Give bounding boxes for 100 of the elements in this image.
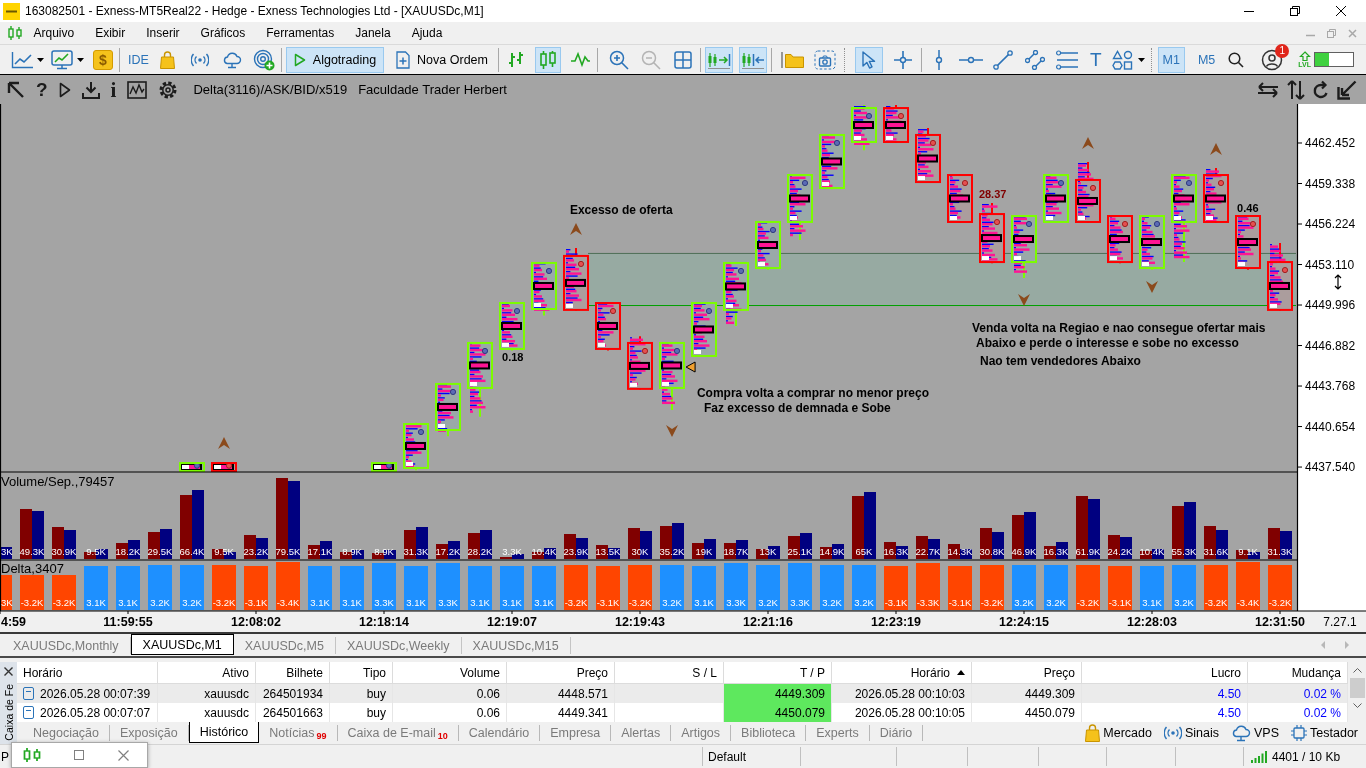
toolbox-tab[interactable]: Experts <box>806 725 870 741</box>
column-header[interactable]: Preço <box>576 665 608 680</box>
menu-item[interactable]: Exibir <box>84 22 136 44</box>
chart-tab[interactable]: XAUUSDc,Weekly <box>335 637 462 654</box>
close-icon[interactable] <box>4 667 13 676</box>
shopping-bag-icon[interactable] <box>1085 724 1101 742</box>
deposit-button[interactable]: $ <box>93 49 113 70</box>
column-header[interactable]: Horário <box>23 665 63 680</box>
chart-tab[interactable]: XAUUSDc,M15 <box>461 637 571 654</box>
arrow-up-left-icon[interactable] <box>7 80 25 99</box>
info-button[interactable]: i <box>110 79 117 100</box>
column-header[interactable]: S / L <box>692 665 717 680</box>
chart-tab[interactable]: XAUUSDc,M5 <box>233 637 336 654</box>
monitor-chart-icon[interactable] <box>51 49 73 70</box>
signal-waves-icon[interactable] <box>1164 726 1182 740</box>
settings-icon[interactable] <box>158 79 179 100</box>
close-icon[interactable] <box>1336 6 1346 16</box>
vertical-arrows-icon[interactable] <box>1287 78 1305 101</box>
play-icon[interactable] <box>58 81 71 98</box>
trend-line-icon[interactable] <box>992 49 1013 70</box>
cloud-icon[interactable] <box>1231 724 1252 742</box>
toolbox-tab[interactable]: Alertas <box>611 725 672 741</box>
volume-column: 35.2K <box>659 523 685 559</box>
column-header[interactable]: Mudança <box>1291 665 1341 680</box>
column-header[interactable]: Lucro <box>1210 665 1241 680</box>
column-header[interactable]: Volume <box>459 665 500 680</box>
auto-scroll-button[interactable] <box>704 46 733 73</box>
fibonacci-lines-icon[interactable] <box>1055 49 1078 70</box>
market-button[interactable]: Mercado <box>1085 724 1152 742</box>
restore-icon[interactable] <box>1290 6 1300 16</box>
signals-button[interactable]: Sinais <box>1164 726 1220 740</box>
bar-value-label: -3.2K <box>20 597 44 608</box>
toolbox-tab[interactable]: Diário <box>869 725 924 741</box>
bar-value-label: 3.2K <box>822 597 842 608</box>
shapes-icon[interactable] <box>1111 49 1134 70</box>
bar-value-label: 3.1K <box>86 597 106 608</box>
shopping-bag-icon[interactable] <box>160 50 176 69</box>
column-header[interactable]: Ativo <box>222 665 249 680</box>
candlestick-icon[interactable] <box>7 25 23 41</box>
minimized-window[interactable] <box>11 742 148 768</box>
help-button[interactable]: ? <box>36 79 48 100</box>
candles-arrow-icon <box>706 50 731 69</box>
vps-button[interactable]: VPS <box>1231 724 1280 742</box>
arrow-down-left-icon[interactable] <box>1337 79 1357 100</box>
toolbox-tab[interactable]: Histórico <box>188 722 260 743</box>
download-icon[interactable] <box>81 80 100 99</box>
chart-type-button[interactable] <box>534 46 561 73</box>
signal-waves-icon[interactable] <box>190 52 209 67</box>
toolbox-tab[interactable]: Empresa <box>540 725 612 741</box>
line-chart-icon[interactable] <box>11 50 33 69</box>
text-tool-button[interactable]: T <box>1089 48 1102 71</box>
cloud-icon[interactable] <box>221 50 242 69</box>
menu-item[interactable]: Inserir <box>135 22 191 44</box>
timeframe-button[interactable]: M5 <box>1192 46 1221 73</box>
menu-item[interactable]: Ajuda <box>401 22 453 44</box>
toolbox-tab[interactable]: Negociação <box>23 725 110 741</box>
chart-frame-icon[interactable] <box>127 80 148 99</box>
column-header[interactable]: Bilhete <box>286 665 323 680</box>
scroll-up-icon[interactable] <box>1352 668 1362 673</box>
chart-tab[interactable]: XAUUSDc,Monthly <box>2 637 131 654</box>
column-header[interactable]: Preço <box>1043 665 1075 680</box>
parallel-lines-icon[interactable] <box>1024 49 1045 70</box>
account-icon[interactable] <box>1261 48 1284 71</box>
tile-windows-icon[interactable] <box>673 50 692 69</box>
search-icon[interactable] <box>1228 51 1245 68</box>
chip-icon[interactable] <box>1291 725 1308 741</box>
column-header[interactable]: Tipo <box>363 665 386 680</box>
cursor-button[interactable] <box>854 46 883 73</box>
screenshot-icon[interactable] <box>813 49 836 70</box>
zoom-in-icon[interactable] <box>608 49 629 70</box>
menu-item[interactable]: Janela <box>344 22 402 44</box>
rotate-icon[interactable] <box>1312 79 1330 100</box>
chart-tab[interactable]: XAUUSDc,M1 <box>130 634 234 655</box>
scrollbar-thumb[interactable] <box>1349 678 1365 698</box>
new-order-button[interactable]: Nova Ordem <box>390 46 494 73</box>
toolbox-tab[interactable]: Artigos <box>671 725 732 741</box>
bar-value-label: 3.3K <box>790 597 810 608</box>
menu-item[interactable]: Ferramentas <box>255 22 345 44</box>
caret-icon <box>77 57 84 62</box>
scroll-down-icon[interactable] <box>1352 703 1362 708</box>
menu-item[interactable]: Gráficos <box>190 22 256 44</box>
horizontal-line-icon[interactable] <box>958 54 983 65</box>
chart-shift-button[interactable] <box>738 46 767 73</box>
column-header[interactable]: Horário <box>910 665 950 680</box>
timeframe-button[interactable]: M1 <box>1157 46 1185 73</box>
ide-button[interactable]: IDE <box>128 52 149 67</box>
menu-item[interactable]: Arquivo <box>23 22 85 44</box>
algotrading-button[interactable]: Algotrading <box>285 46 385 73</box>
candlestick-icon[interactable] <box>22 747 42 763</box>
folder-icon[interactable] <box>780 50 805 69</box>
toolbox-tab[interactable]: Biblioteca <box>731 725 807 741</box>
horizontal-arrows-icon[interactable] <box>1256 81 1280 98</box>
column-header[interactable]: T / P <box>799 665 825 680</box>
vertical-line-icon[interactable] <box>933 49 944 70</box>
toolbox-tab[interactable]: Calendário <box>458 725 541 741</box>
toolbox-tab[interactable]: Exposição <box>110 725 189 741</box>
tester-button[interactable]: Testador <box>1291 725 1358 741</box>
table-row[interactable]: 2026.05.28 00:07:39 xauusdc 264501934 buy 0.06 4448.571 4449.309 2026.05.28 00:10:03 4449.309 4.50 0.02 % <box>17 684 1348 703</box>
table-cell: 4.50 <box>1082 703 1248 722</box>
globe-plus-icon[interactable] <box>252 48 275 71</box>
